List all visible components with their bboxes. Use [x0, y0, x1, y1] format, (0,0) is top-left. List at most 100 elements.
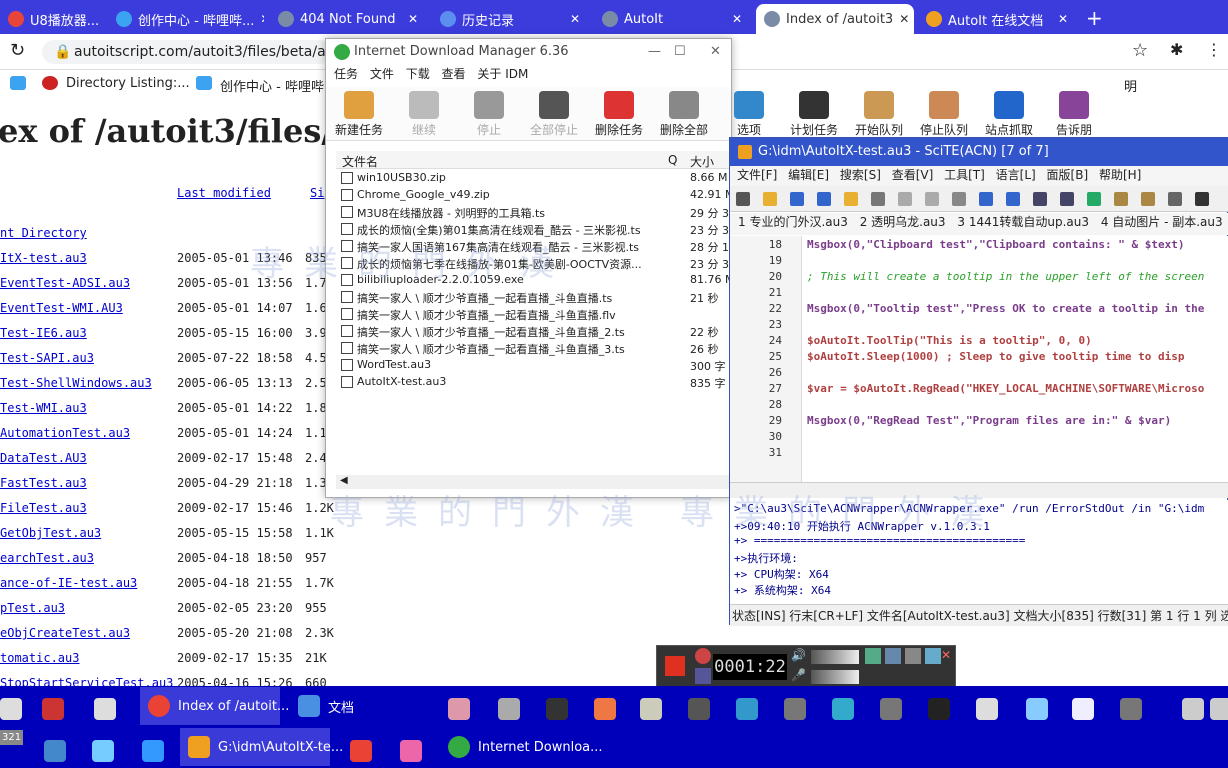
alarm-icon[interactable]	[695, 648, 711, 664]
file-link[interactable]: Test-SAPI.au3	[0, 351, 94, 365]
idm-toolbar-button[interactable]: 停止	[460, 91, 518, 138]
col-size[interactable]: 大小	[690, 153, 714, 170]
download-row[interactable]: 搞笑一家人 \ 顺才少爷直播_一起看直播_斗鱼直播_2.ts 22 秒	[336, 323, 731, 340]
pinned-app-icon[interactable]	[1182, 698, 1204, 720]
webcam-icon[interactable]	[865, 648, 881, 664]
download-row[interactable]: M3U8在线播放器 - 刘明野的工具箱.ts 29 分 3	[336, 204, 731, 221]
pinned-app-icon[interactable]	[736, 698, 758, 720]
star-icon[interactable]: ☆	[1132, 40, 1148, 61]
file-link[interactable]: EventTest-WMI.AU3	[0, 301, 123, 315]
close-icon[interactable]: ✕	[408, 12, 418, 26]
tab-bilibili[interactable]: 创作中心 - 哔哩哔...✕	[108, 4, 264, 34]
idm-toolbar-button[interactable]: 删除全部	[655, 91, 713, 138]
bookmark-bilibili[interactable]: 创作中心 - 哔哩哔...	[220, 76, 336, 95]
bookmark-directory-listing[interactable]: Directory Listing:...	[66, 76, 190, 91]
close-icon[interactable]: ✕	[732, 12, 742, 26]
pinned-app-icon[interactable]	[1026, 698, 1048, 720]
maximize-button[interactable]: ☐	[674, 39, 686, 65]
menu-icon[interactable]: ⋮	[1206, 40, 1222, 59]
download-row[interactable]: 搞笑一家人 \ 顺才少爷直播_一起看直播_斗鱼直播.flv	[336, 306, 731, 323]
display-icon[interactable]	[885, 648, 901, 664]
pinned-app-icon[interactable]	[640, 698, 662, 720]
scite-tool-icon[interactable]	[1006, 192, 1020, 206]
pinned-app-icon[interactable]	[94, 698, 116, 720]
idm-toolbar-button[interactable]: 开始队列	[850, 91, 908, 138]
scite-menu-help[interactable]: 帮助[H]	[1099, 168, 1141, 182]
scite-tool-icon[interactable]	[1114, 192, 1128, 206]
file-link[interactable]: ance-of-IE-test.au3	[0, 576, 137, 590]
pinned-app-icon[interactable]	[142, 740, 164, 762]
scite-tab-2[interactable]: 2 透明乌龙.au3	[860, 215, 946, 229]
scite-tab-3[interactable]: 3 1441转载自动up.au3	[957, 215, 1089, 229]
scite-menu-edit[interactable]: 编辑[E]	[788, 168, 829, 182]
idm-toolbar-button[interactable]: 全部停止	[525, 91, 583, 138]
download-row[interactable]: 搞笑一家人 \ 顺才少爷直播_一起看直播_斗鱼直播_3.ts 26 秒	[336, 340, 731, 357]
scite-menu-view[interactable]: 查看[V]	[892, 168, 934, 182]
scite-tool-icon[interactable]	[1060, 192, 1074, 206]
tab-404[interactable]: 404 Not Found ✕	[270, 4, 426, 34]
microphone-icon[interactable]: 🎤	[791, 668, 807, 684]
pinned-app-icon[interactable]	[928, 698, 950, 720]
collapse-icon[interactable]	[925, 648, 941, 664]
idm-menu-about[interactable]: 关于 IDM	[477, 67, 528, 81]
scite-tab-4[interactable]: 4 自动图片 - 副本.au3	[1101, 215, 1223, 229]
scite-tool-icon[interactable]	[952, 192, 966, 206]
pinned-app-icon[interactable]	[1120, 698, 1142, 720]
scite-tool-icon[interactable]	[1141, 192, 1155, 206]
gear-icon[interactable]	[905, 648, 921, 664]
close-icon[interactable]: ✕	[260, 12, 264, 26]
scite-menu-language[interactable]: 语言[L]	[996, 168, 1036, 182]
tab-autoit[interactable]: AutoIt ✕	[594, 4, 750, 34]
download-row[interactable]: WordTest.au3 300 字	[336, 357, 731, 374]
file-link[interactable]: tomatic.au3	[0, 651, 79, 665]
tray-calendar[interactable]: 321	[0, 730, 24, 745]
pinned-app-icon[interactable]	[1072, 698, 1094, 720]
pinned-app-icon[interactable]	[498, 698, 520, 720]
scite-tool-icon[interactable]	[1195, 192, 1209, 206]
idm-toolbar-button[interactable]: 站点抓取	[980, 91, 1038, 138]
file-link[interactable]: Test-IE6.au3	[0, 326, 87, 340]
url-input[interactable]: 🔒 autoitscript.com/autoit3/files/beta/au	[42, 40, 332, 64]
file-link[interactable]: GetObjTest.au3	[0, 526, 101, 540]
reload-icon[interactable]: ↻	[10, 40, 25, 61]
idm-menu-file[interactable]: 文件	[370, 67, 394, 81]
pinned-app-icon[interactable]	[832, 698, 854, 720]
pinned-app-icon[interactable]	[688, 698, 710, 720]
file-link[interactable]: Test-ShellWindows.au3	[0, 376, 152, 390]
scite-menu-file[interactable]: 文件[F]	[737, 168, 777, 182]
file-link[interactable]: pTest.au3	[0, 601, 65, 615]
idm-toolbar-button[interactable]: 继续	[395, 91, 453, 138]
pinned-app-icon[interactable]	[976, 698, 998, 720]
file-link[interactable]: earchTest.au3	[0, 551, 94, 565]
scite-tool-icon[interactable]	[979, 192, 993, 206]
file-link[interactable]: eObjCreateTest.au3	[0, 626, 130, 640]
size-header[interactable]: Si	[310, 186, 324, 200]
scite-tool-icon[interactable]	[763, 192, 777, 206]
scite-tool-icon[interactable]	[817, 192, 831, 206]
pinned-app-icon[interactable]	[400, 740, 422, 762]
close-button[interactable]: ✕	[710, 39, 721, 65]
file-link[interactable]: EventTest-ADSI.au3	[0, 276, 130, 290]
last-modified-header[interactable]: Last modified	[177, 186, 271, 200]
idm-toolbar-button[interactable]: 新建任务	[330, 91, 388, 138]
scite-tool-icon[interactable]	[1033, 192, 1047, 206]
code-editor[interactable]: 18 19 20 21 22 23 24 25 26 27 28 29 30 31 Msgbox(0,"C…	[730, 236, 1228, 482]
scite-tool-icon[interactable]	[736, 192, 750, 206]
idm-menu-task[interactable]: 任务	[334, 67, 358, 81]
minimize-button[interactable]: —	[648, 39, 661, 65]
idm-toolbar-button[interactable]: 停止队列	[915, 91, 973, 138]
file-link[interactable]: ItX-test.au3	[0, 251, 87, 265]
pinned-app-icon[interactable]	[1210, 698, 1228, 720]
scite-tool-icon[interactable]	[844, 192, 858, 206]
col-filename[interactable]: 文件名	[342, 153, 378, 170]
file-link[interactable]: FileTest.au3	[0, 501, 87, 515]
scite-tool-icon[interactable]	[1168, 192, 1182, 206]
close-icon[interactable]: ✕	[899, 12, 909, 26]
pinned-app-icon[interactable]	[350, 740, 372, 762]
pinned-app-icon[interactable]	[44, 740, 66, 762]
pinned-app-icon[interactable]	[546, 698, 568, 720]
col-queue[interactable]: Q	[668, 153, 677, 167]
idm-toolbar-button[interactable]: 告诉朋	[1045, 91, 1103, 138]
idm-menu-view[interactable]: 查看	[442, 67, 466, 81]
tab-m3u8[interactable]: U8播放器...✕	[0, 4, 100, 34]
